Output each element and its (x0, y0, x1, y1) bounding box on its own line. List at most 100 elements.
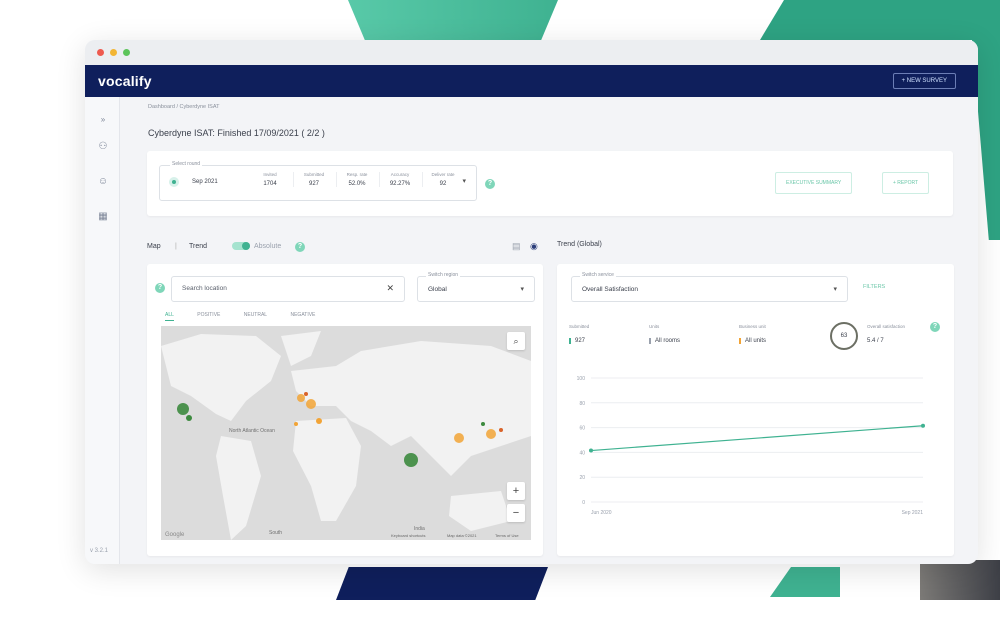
logo[interactable]: vocalify (98, 73, 152, 89)
chevron-down-icon[interactable]: ▾ (520, 285, 524, 293)
background-photo (920, 560, 1000, 600)
trend-title: Trend (Global) (557, 241, 602, 248)
main-content: Dashboard / Cyberdyne ISAT Cyberdyne ISA… (133, 100, 958, 564)
map-label-atlantic: North Atlantic Ocean (229, 428, 275, 434)
tab-map[interactable]: Map (147, 243, 161, 250)
people-icon[interactable]: ☺ (97, 177, 109, 187)
version-label: v 3.2.1 (90, 548, 109, 554)
region-select[interactable]: Switch region Global ▾ (417, 272, 535, 302)
service-value: Overall Satisfaction (582, 286, 638, 293)
map-card: ? Search location ✕ Switch region Global… (147, 264, 543, 556)
metric-business-unit: Business unit All units (739, 324, 767, 344)
background-shape-teal-bottom (770, 567, 840, 597)
metric-units: Units All rooms (649, 324, 681, 344)
tab-separator: | (175, 243, 177, 250)
y-tick-label: 60 (579, 426, 585, 432)
y-tick-label: 40 (579, 450, 585, 456)
sidebar: » ⚇ ☺ ▦ v 3.2.1 (85, 97, 120, 564)
background-shape-teal (348, 0, 558, 40)
world-map[interactable]: North Atlantic Ocean India South ⌕ + − G… (161, 326, 531, 540)
stat-accuracy: Accuracy 92.27% (379, 172, 420, 187)
google-logo: Google (165, 532, 185, 538)
trend-chart-svg: 0 20 40 60 80 100 Jun 2020 Sep 2021 (577, 376, 925, 516)
minimize-window-icon[interactable] (110, 49, 117, 56)
breadcrumb: Dashboard / Cyberdyne ISAT (148, 104, 219, 110)
data-point[interactable] (921, 423, 925, 428)
search-placeholder: Search location (182, 285, 227, 292)
background-shape-teal-right (760, 0, 1000, 40)
region-value: Global (428, 286, 447, 293)
users-icon[interactable]: ⚇ (97, 142, 109, 152)
x-tick-label: Jun 2020 (591, 510, 612, 516)
round-selector[interactable]: Select round Sep 2021 Invited 1704 Submit… (159, 161, 477, 201)
metric-overall-satisfaction: Overall satisfaction 5.4 / 7 (867, 324, 906, 344)
map-footer-terms[interactable]: Terms of Use (495, 533, 519, 538)
help-icon[interactable]: ? (485, 179, 495, 189)
stat-response-rate: Resp. rate 52.0% (336, 172, 377, 187)
y-tick-label: 20 (579, 475, 585, 481)
stat-delivery-rate: Deliver rate 92 (422, 172, 463, 187)
filter-neutral[interactable]: NEUTRAL (244, 312, 267, 318)
map-land-svg (161, 331, 531, 540)
y-tick-label: 100 (577, 376, 586, 382)
round-status-icon (169, 177, 179, 187)
breadcrumb-separator: / (176, 104, 178, 110)
filters-button[interactable]: FILTERS (863, 284, 885, 290)
collapse-icon[interactable]: » (97, 115, 109, 125)
round-selector-label: Select round (170, 161, 203, 167)
zoom-out-button[interactable]: − (507, 504, 525, 522)
filter-positive[interactable]: POSITIVE (197, 312, 220, 318)
tab-trend[interactable]: Trend (189, 243, 207, 250)
y-tick-label: 80 (579, 401, 585, 407)
stat-submitted: Submitted 927 (293, 172, 334, 187)
x-tick-label: Sep 2021 (902, 510, 924, 516)
close-window-icon[interactable] (97, 49, 104, 56)
filter-negative[interactable]: NEGATIVE (290, 312, 315, 318)
data-point[interactable] (589, 448, 593, 453)
trend-card: Switch service Overall Satisfaction ▾ FI… (557, 264, 954, 556)
new-survey-button[interactable]: + NEW SURVEY (892, 73, 956, 89)
absolute-toggle[interactable] (232, 242, 250, 250)
series-line (590, 425, 924, 452)
breadcrumb-current: Cyberdyne ISAT (179, 104, 220, 110)
clear-icon[interactable]: ✕ (386, 283, 394, 294)
stat-invited: Invited 1704 (263, 172, 277, 187)
grid-icon[interactable]: ▦ (97, 212, 109, 222)
map-label-india: India (414, 526, 425, 532)
round-value: Sep 2021 (192, 179, 218, 185)
map-label-south: South (269, 530, 283, 536)
y-tick-label: 0 (582, 500, 585, 506)
map-footer-shortcuts[interactable]: Keyboard shortcuts (391, 533, 425, 538)
report-button[interactable]: + REPORT (882, 172, 930, 194)
executive-summary-button[interactable]: EXECUTIVE SUMMARY (775, 172, 853, 194)
app-header: vocalify + NEW SURVEY (85, 65, 978, 97)
satisfaction-gauge: 63 (830, 322, 858, 350)
chevron-down-icon[interactable]: ▾ (833, 285, 837, 293)
sentiment-filter-tabs: ALL POSITIVE NEUTRAL NEGATIVE (165, 312, 337, 321)
search-icon[interactable]: ⌕ (507, 332, 525, 350)
search-location-input[interactable]: Search location ✕ (171, 276, 405, 302)
globe-icon[interactable]: ◉ (530, 241, 538, 252)
window-titlebar (85, 40, 978, 65)
region-select-label: Switch region (426, 272, 461, 278)
filter-all[interactable]: ALL (165, 312, 174, 321)
map-tab-bar: Map | Trend Absolute ? ▤ ◉ (147, 241, 547, 255)
zoom-in-button[interactable]: + (507, 482, 525, 500)
service-select-label: Switch service (580, 272, 616, 278)
app-window: vocalify + NEW SURVEY » ⚇ ☺ ▦ v 3.2.1 Da… (85, 40, 978, 564)
survey-round-card: Select round Sep 2021 Invited 1704 Submit… (147, 151, 953, 216)
help-icon[interactable]: ? (155, 283, 165, 293)
help-icon[interactable]: ? (295, 242, 305, 252)
page-title: Cyberdyne ISAT: Finished 17/09/2021 ( 2/… (148, 128, 325, 138)
background-shape-navy (336, 567, 548, 600)
chevron-down-icon[interactable]: ▾ (462, 177, 466, 185)
help-icon[interactable]: ? (930, 322, 940, 332)
grid-view-icon[interactable]: ▤ (512, 241, 521, 252)
absolute-label: Absolute (254, 243, 282, 250)
trend-chart: 0 20 40 60 80 100 Jun 2020 Sep 2021 (567, 364, 947, 524)
metric-submitted: Submitted 927 (569, 324, 590, 344)
service-select[interactable]: Switch service Overall Satisfaction ▾ (571, 272, 848, 302)
maximize-window-icon[interactable] (123, 49, 130, 56)
map-footer-data: Map data ©2021 (447, 533, 477, 538)
breadcrumb-root[interactable]: Dashboard (148, 104, 175, 110)
